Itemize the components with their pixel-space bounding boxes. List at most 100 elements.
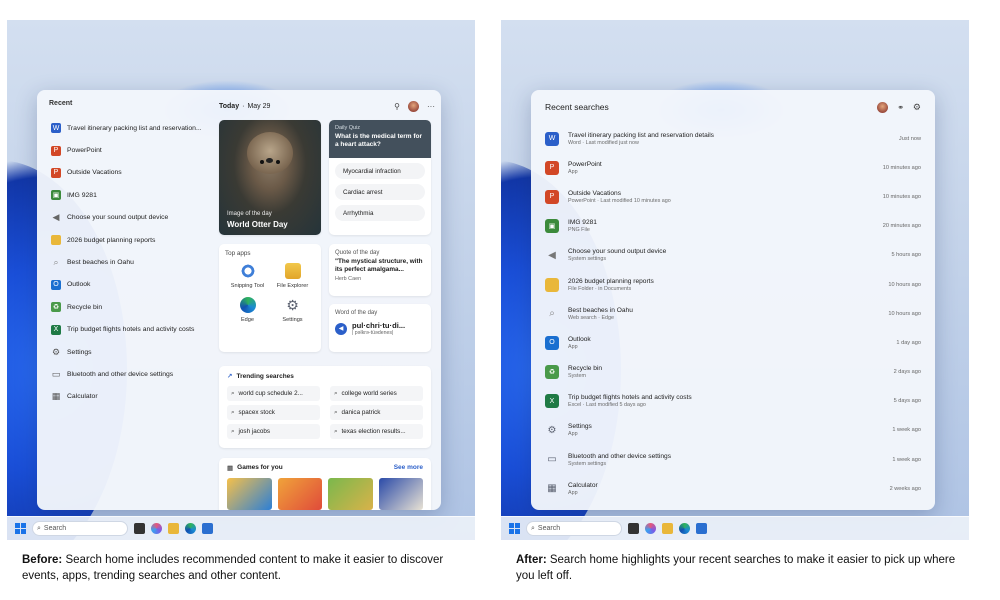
- recent-item[interactable]: ▣ IMG 9281: [45, 184, 207, 206]
- recent-search-time: 10 minutes ago: [882, 164, 921, 171]
- more-options-icon[interactable]: ···: [427, 102, 435, 111]
- outlook-icon: O: [545, 335, 559, 350]
- recent-item[interactable]: X Trip budget flights hotels and activity…: [45, 319, 207, 341]
- recent-search-item[interactable]: X Trip budget flights hotels and activity…: [531, 387, 935, 416]
- quote-author: Herb Caen: [335, 276, 362, 282]
- recent-search-item[interactable]: ◀ Choose your sound output device System s…: [531, 241, 935, 270]
- outlook-icon: O: [51, 279, 61, 290]
- quiz-option[interactable]: Arrhythmia: [335, 205, 425, 221]
- copilot-icon[interactable]: [645, 523, 656, 534]
- game-thumbnail[interactable]: [328, 478, 373, 510]
- file-explorer-icon[interactable]: [168, 523, 179, 534]
- app-edge[interactable]: Edge: [225, 297, 270, 323]
- trending-chip[interactable]: ⌕ danica patrick: [330, 405, 423, 420]
- recent-item[interactable]: P Outside Vacations: [45, 162, 207, 184]
- bluetooth-devices-icon: ▭: [547, 454, 557, 466]
- task-view-icon[interactable]: [134, 523, 145, 534]
- start-icon[interactable]: [509, 523, 520, 534]
- image-of-day-title: World Otter Day: [227, 220, 288, 229]
- recent-search-item[interactable]: ⌕ Best beaches in Oahu Web search · Edge 10…: [531, 299, 935, 328]
- recent-search-item[interactable]: ♻ Recycle bin System 2 days ago: [531, 358, 935, 387]
- recent-item[interactable]: W Travel itinerary packing list and reser…: [45, 117, 207, 139]
- recent-search-item[interactable]: P PowerPoint App 10 minutes ago: [531, 153, 935, 182]
- app-settings[interactable]: ⚙ Settings: [270, 297, 315, 323]
- recent-search-item[interactable]: ▣ IMG 9281 PNG File 20 minutes ago: [531, 212, 935, 241]
- app-snipping-tool[interactable]: Snipping Tool: [225, 263, 270, 289]
- quiz-option[interactable]: Cardiac arrest: [335, 184, 425, 200]
- edge-icon[interactable]: [185, 523, 196, 534]
- recent-search-name: Bluetooth and other device settings: [568, 452, 672, 460]
- top-apps-card: Top apps Snipping Tool File Explorer Edg…: [219, 244, 321, 352]
- speaker-icon: ◀: [548, 249, 556, 261]
- search-icon: ⌕: [334, 408, 338, 416]
- recent-item[interactable]: ♻ Recycle bin: [45, 296, 207, 318]
- avatar[interactable]: [408, 100, 419, 112]
- quiz-option[interactable]: Myocardial infraction: [335, 163, 425, 179]
- speaker-icon: ◀: [52, 212, 60, 223]
- image-of-day-card[interactable]: Image of the day World Otter Day: [219, 120, 321, 235]
- recent-search-name: Calculator: [568, 481, 598, 489]
- word-icon: W: [51, 123, 61, 134]
- filter-icon[interactable]: ⚲: [394, 102, 400, 111]
- copilot-icon[interactable]: [151, 523, 162, 534]
- recent-search-name: Travel itinerary packing list and reserv…: [568, 131, 714, 139]
- recent-item[interactable]: ▭ Bluetooth and other device settings: [45, 363, 207, 385]
- edge-icon[interactable]: [679, 523, 690, 534]
- game-thumbnail[interactable]: [227, 478, 272, 510]
- recent-search-subtitle: Word · Last modified just now: [568, 139, 639, 146]
- before-caption-text: Search home includes recommended content…: [22, 554, 444, 582]
- recent-item[interactable]: ◀ Choose your sound output device: [45, 207, 207, 229]
- recent-search-name: Trip budget flights hotels and activity …: [568, 394, 692, 402]
- recent-item[interactable]: P PowerPoint: [45, 139, 207, 161]
- store-icon[interactable]: [696, 523, 707, 534]
- recent-search-subtitle: Excel · Last modified 5 days ago: [568, 402, 646, 409]
- recent-item[interactable]: ▦ Calculator: [45, 386, 207, 408]
- trending-chip[interactable]: ⌕ spacex stock: [227, 405, 320, 420]
- recent-item-label: 2026 budget planning reports: [67, 236, 156, 244]
- app-file-explorer[interactable]: File Explorer: [270, 263, 315, 289]
- image-thumbnail-icon: ▣: [545, 219, 559, 234]
- today-header: Today · May 29 ⚲ ···: [219, 100, 435, 112]
- game-thumbnail[interactable]: [277, 478, 322, 510]
- recent-item-label: Calculator: [67, 393, 98, 401]
- file-explorer-icon[interactable]: [662, 523, 673, 534]
- trending-chip[interactable]: ⌕ texas election results...: [330, 424, 423, 439]
- recent-search-subtitle: App: [568, 343, 578, 350]
- recent-search-item[interactable]: O Outlook App 1 day ago: [531, 328, 935, 357]
- recent-search-item[interactable]: ▦ Calculator App 2 weeks ago: [531, 474, 935, 503]
- recent-search-item[interactable]: W Travel itinerary packing list and reser…: [531, 124, 935, 153]
- recent-search-time: 5 hours ago: [891, 252, 921, 259]
- recent-item[interactable]: 2026 budget planning reports: [45, 229, 207, 251]
- recent-search-item[interactable]: ▭ Bluetooth and other device settings Syst…: [531, 445, 935, 474]
- search-icon: ⌕: [549, 308, 555, 320]
- calculator-icon: ▦: [51, 391, 61, 402]
- task-view-icon[interactable]: [628, 523, 639, 534]
- recent-search-item[interactable]: P Outside Vacations PowerPoint · Last modi…: [531, 182, 935, 211]
- avatar[interactable]: [877, 101, 889, 113]
- recent-item[interactable]: ⌕ Best beaches in Oahu: [45, 251, 207, 273]
- recent-search-item[interactable]: 2026 budget planning reports File Folder …: [531, 270, 935, 299]
- word-of-day-card[interactable]: Word of the day ◀ pul·chri·tu·di... | pə…: [329, 304, 431, 352]
- taskbar-search-box[interactable]: ⌕ Search: [32, 521, 128, 536]
- quote-of-day-card[interactable]: Quote of the day "The mystical structure…: [329, 244, 431, 296]
- recycle-bin-icon: ♻: [545, 365, 559, 380]
- recent-item[interactable]: O Outlook: [45, 274, 207, 296]
- trending-chip[interactable]: ⌕ college world series: [330, 386, 423, 401]
- store-icon[interactable]: [202, 523, 213, 534]
- powerpoint-file-icon: P: [51, 167, 61, 178]
- recent-item-label: Outlook: [67, 281, 91, 289]
- recent-search-item[interactable]: ⚙ Settings App 1 week ago: [531, 416, 935, 445]
- speaker-icon[interactable]: ◀: [335, 322, 347, 335]
- recent-item[interactable]: ⚙ Settings: [45, 341, 207, 363]
- start-icon[interactable]: [15, 523, 26, 534]
- taskbar-search-box[interactable]: ⌕ Search: [526, 521, 622, 536]
- search-icon: ⌕: [531, 524, 535, 532]
- excel-icon: X: [545, 394, 559, 409]
- settings-icon[interactable]: ⚙: [913, 102, 921, 113]
- game-thumbnail[interactable]: [378, 478, 423, 510]
- trending-chip[interactable]: ⌕ world cup schedule 2...: [227, 386, 320, 401]
- trending-chip[interactable]: ⌕ josh jacobs: [227, 424, 320, 439]
- link-icon[interactable]: ⚭: [897, 103, 904, 112]
- edge-icon: [239, 297, 256, 313]
- see-more-link[interactable]: See more: [394, 464, 423, 472]
